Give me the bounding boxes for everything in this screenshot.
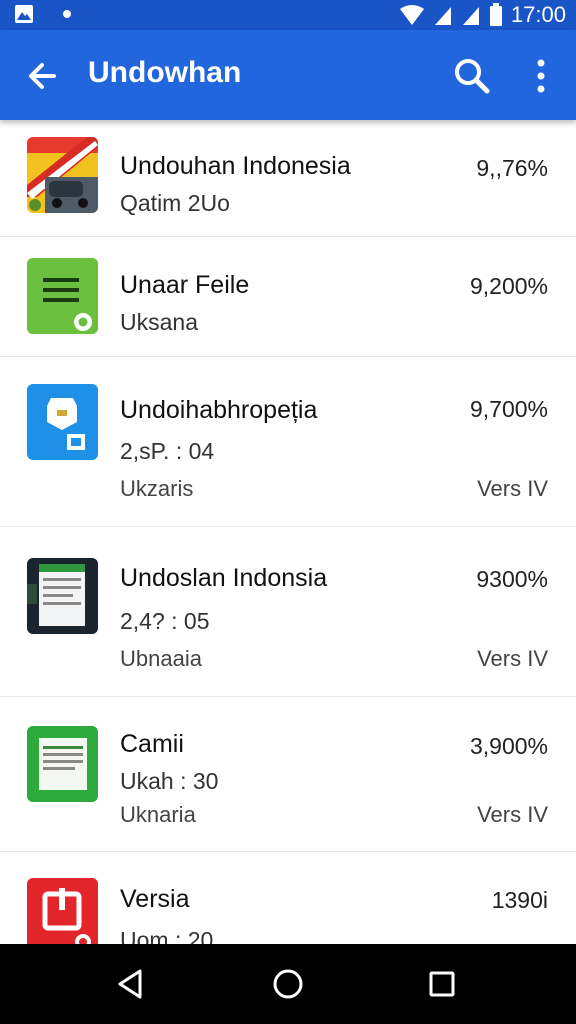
signal-icon-2 [462, 7, 479, 25]
back-arrow-icon[interactable] [24, 58, 60, 94]
app-icon-5 [27, 726, 98, 802]
status-time: 17:00 [510, 2, 566, 27]
item-percent: 9,200% [469, 273, 548, 299]
list-item[interactable]: Unaar Feile Uksana 9,200% [0, 236, 576, 357]
app-icon-2 [27, 258, 98, 334]
item-subtitle: Uksana [120, 309, 198, 335]
list-item[interactable]: Versia Uom : 20 1390i [0, 851, 576, 944]
item-percent: 9,700% [469, 396, 548, 422]
item-name: Undouhan Indonesia [120, 152, 351, 180]
app-icon-3 [27, 384, 98, 460]
item-version: Vers IV [477, 802, 548, 827]
app-icon-6 [27, 878, 98, 944]
app-icon-1 [27, 137, 98, 213]
app-icon-4 [27, 558, 98, 634]
item-subtitle: Qatim 2Uo [120, 190, 230, 216]
item-percent: 9300% [476, 566, 548, 592]
item-name: Versia [120, 885, 190, 913]
navigation-bar [0, 944, 576, 1024]
list-item[interactable]: Undouhan Indonesia Qatim 2Uo 9,,76% [0, 120, 576, 237]
list-item[interactable]: Camii Ukah : 30 Uknaria 3,900% Vers IV [0, 696, 576, 852]
battery-icon [489, 3, 502, 26]
item-version: Vers IV [477, 646, 548, 671]
gallery-notification-icon [15, 5, 33, 23]
item-subtitle: Uom : 20 [120, 927, 214, 944]
page-title: Undowhan [88, 56, 242, 89]
nav-back-icon[interactable] [112, 966, 148, 1002]
item-name: Undoslan Indonsia [120, 564, 328, 592]
item-percent: 9,,76% [476, 155, 548, 181]
item-status: Ubnaaia [120, 646, 202, 671]
signal-icon [434, 7, 451, 25]
nav-recents-icon[interactable] [424, 966, 460, 1002]
item-subtitle: Ukah : 30 [120, 768, 219, 794]
status-bar: 17:00 [0, 0, 576, 30]
item-percent: 3,900% [469, 733, 548, 759]
item-percent: 1390i [491, 887, 548, 913]
item-version: Vers IV [477, 476, 548, 501]
app-bar: Undowhan [0, 30, 576, 120]
nav-home-icon[interactable] [270, 966, 306, 1002]
list-item[interactable]: Undoihabhropeția 2,sP. : 04 Ukzaris 9,70… [0, 356, 576, 527]
item-name: Camii [120, 730, 184, 758]
item-subtitle: 2,sP. : 04 [120, 438, 215, 464]
wifi-icon [399, 5, 424, 25]
item-status: Ukzaris [120, 476, 194, 501]
search-icon[interactable] [452, 56, 492, 96]
item-subtitle: 2,4? : 05 [120, 608, 210, 634]
download-list: Undouhan Indonesia Qatim 2Uo 9,,76% Unaa… [0, 120, 576, 944]
item-name: Undoihabhropeția [120, 396, 318, 424]
item-name: Unaar Feile [120, 271, 250, 299]
item-status: Uknaria [120, 802, 196, 827]
notification-dot-icon [63, 10, 71, 18]
list-item[interactable]: Undoslan Indonsia 2,4? : 05 Ubnaaia 9300… [0, 526, 576, 697]
more-options-icon[interactable] [526, 58, 556, 94]
